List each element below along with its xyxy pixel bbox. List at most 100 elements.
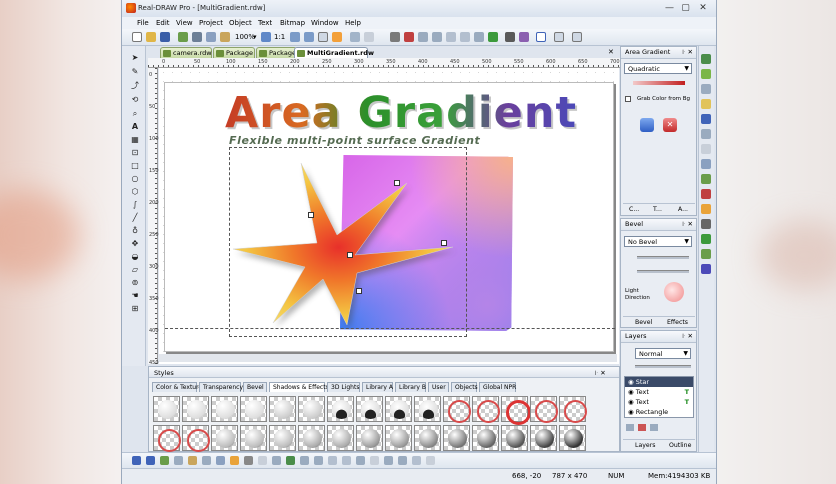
menu-file[interactable]: File	[137, 19, 149, 27]
layer-row[interactable]: ◉ Rectangle	[625, 407, 693, 417]
paste-icon[interactable]	[220, 32, 230, 42]
minimize-button[interactable]: —	[662, 2, 677, 15]
bottom-tool-icon[interactable]	[426, 456, 435, 465]
styles-tab-3d-lights[interactable]: 3D Lights	[327, 382, 360, 392]
gradient-preview-button[interactable]	[640, 118, 654, 132]
gradient-handle[interactable]	[347, 252, 353, 258]
tab-effects[interactable]: Effects	[667, 319, 688, 326]
bottom-tool-icon[interactable]	[398, 456, 407, 465]
dock-panel-icon[interactable]	[701, 54, 711, 64]
dock-panel-icon[interactable]	[701, 69, 711, 79]
eye-icon[interactable]: ◉	[628, 408, 636, 416]
style-swatch[interactable]	[559, 396, 587, 423]
dock-panel-icon[interactable]	[701, 99, 711, 109]
bottom-tool-icon[interactable]	[160, 456, 169, 465]
bottom-tool-icon[interactable]	[356, 456, 365, 465]
dock-panel-icon[interactable]	[701, 144, 711, 154]
bottom-tool-icon[interactable]	[412, 456, 421, 465]
copy-icon[interactable]	[206, 32, 216, 42]
eye-icon[interactable]: ◉	[628, 378, 636, 386]
rectangle-tool-icon[interactable]: □	[130, 161, 140, 171]
style-swatch[interactable]	[443, 396, 471, 423]
text-tool-icon[interactable]: A	[130, 122, 140, 132]
eraser-tool-icon[interactable]: ▱	[130, 265, 140, 275]
style-swatch[interactable]	[501, 425, 528, 451]
doc-tab-package-2[interactable]: Package	[256, 47, 297, 58]
style-swatch[interactable]	[182, 396, 209, 422]
style-swatch[interactable]	[472, 396, 500, 423]
style-swatch[interactable]	[153, 396, 180, 422]
curve-tool-icon[interactable]: ∫	[130, 200, 140, 210]
dock-panel-icon[interactable]	[701, 189, 711, 199]
styles-tab-bevel[interactable]: Bevel	[243, 382, 267, 392]
zoom-tool-icon[interactable]: ⌕	[130, 109, 140, 119]
styles-tab-global-npr[interactable]: Global NPR	[479, 382, 516, 392]
crop-tool-icon[interactable]: ⊡	[130, 148, 140, 158]
dock-panel-icon[interactable]	[701, 174, 711, 184]
zoom-out-icon[interactable]	[304, 32, 314, 42]
transform-icon[interactable]	[404, 32, 414, 42]
style-swatch[interactable]	[269, 425, 296, 451]
bevel-type-select[interactable]: No Bevel ▼	[624, 236, 692, 247]
bottom-tool-icon[interactable]	[230, 456, 239, 465]
fullscreen-icon[interactable]	[572, 32, 582, 42]
bottom-tool-icon[interactable]	[286, 456, 295, 465]
menu-help[interactable]: Help	[345, 19, 361, 27]
move-tool-icon[interactable]: ✥	[130, 239, 140, 249]
style-swatch[interactable]	[559, 425, 586, 451]
clone-tool-icon[interactable]: ⊚	[130, 278, 140, 288]
doc-tab-multigradient[interactable]: MultiGradient.rdw	[294, 47, 374, 58]
style-swatch[interactable]	[414, 425, 441, 451]
style-swatch[interactable]	[472, 425, 499, 451]
export-icon[interactable]	[519, 32, 529, 42]
tab-outline[interactable]: Outline	[669, 442, 691, 449]
canvas-heading[interactable]: Area Gradient	[225, 90, 577, 136]
bottom-tool-icon[interactable]	[202, 456, 211, 465]
styles-tab-user[interactable]: User	[428, 382, 449, 392]
close-button[interactable]: ✕	[694, 2, 712, 15]
style-swatch[interactable]	[385, 425, 412, 451]
pointer-tool-icon[interactable]: ➤	[130, 53, 140, 63]
style-swatch[interactable]	[414, 396, 441, 422]
style-swatch[interactable]	[182, 425, 210, 452]
order-icon[interactable]	[474, 32, 484, 42]
frame-tool-icon[interactable]: ⊞	[130, 304, 140, 314]
gradient-handle[interactable]	[394, 180, 400, 186]
pen-tool-icon[interactable]: ✎	[130, 67, 140, 77]
opacity-slider[interactable]	[635, 365, 691, 368]
zoom-page-icon[interactable]	[332, 32, 342, 42]
ellipse-tool-icon[interactable]: ○	[130, 174, 140, 184]
bottom-tool-icon[interactable]	[216, 456, 225, 465]
bottom-tool-icon[interactable]	[244, 456, 253, 465]
dock-panel-icon[interactable]	[701, 159, 711, 169]
tab-close-icon[interactable]: ✕	[608, 48, 614, 56]
bottom-tool-icon[interactable]	[132, 456, 141, 465]
guide-line[interactable]	[165, 328, 615, 329]
menu-project[interactable]: Project	[199, 19, 223, 27]
new-file-icon[interactable]	[132, 32, 142, 42]
eyedropper-icon[interactable]	[390, 32, 400, 42]
align-icon[interactable]	[418, 32, 428, 42]
style-swatch[interactable]	[298, 425, 325, 451]
layer-row[interactable]: ◉ Text T	[625, 397, 693, 407]
panel-pin-icon[interactable]: ꜏ ✕	[682, 219, 693, 230]
style-swatch[interactable]	[356, 425, 383, 451]
gradient-tool-icon[interactable]: ▦	[130, 135, 140, 145]
node-tool-icon[interactable]: ⤴	[130, 81, 140, 91]
style-swatch[interactable]	[385, 396, 412, 422]
style-swatch[interactable]	[240, 425, 267, 451]
gradient-handle[interactable]	[441, 240, 447, 246]
new-layer-icon[interactable]	[626, 424, 634, 431]
tab-color[interactable]: C...	[629, 206, 639, 213]
layer-row[interactable]: ◉ Text T	[625, 387, 693, 397]
style-swatch[interactable]	[501, 396, 531, 425]
tab-layers[interactable]: Layers	[635, 442, 655, 449]
zoom-fit-icon[interactable]	[318, 32, 328, 42]
style-swatch[interactable]	[240, 396, 267, 422]
canvas-subheading[interactable]: Flexible multi-point surface Gradient	[229, 134, 480, 147]
gradient-slider[interactable]	[633, 81, 685, 85]
tab-bevel[interactable]: Bevel	[635, 319, 652, 326]
grab-color-checkbox[interactable]	[625, 96, 631, 102]
styles-tab-shadows-effects[interactable]: Shadows & Effects	[269, 382, 329, 392]
styles-tab-transparency[interactable]: Transparency	[199, 382, 243, 392]
